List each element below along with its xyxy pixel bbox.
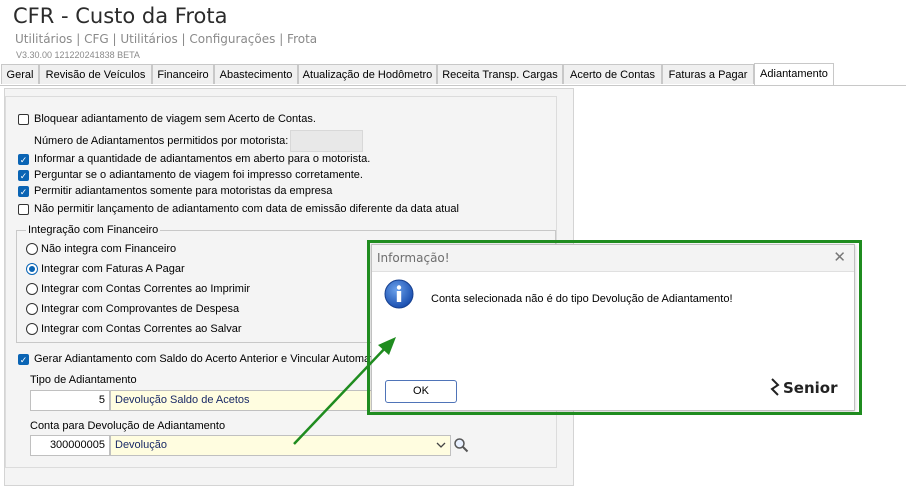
advance-count-input[interactable] [290,130,363,152]
ask-printed-label: Perguntar se o adiantamento de viagem fo… [34,169,363,181]
info-icon [384,279,414,309]
search-icon[interactable] [453,437,469,453]
breadcrumb: Utilitários | CFG | Utilitários | Config… [15,32,318,46]
tab-faturas-pagar[interactable]: Faturas a Pagar [662,64,754,84]
advance-type-code-input[interactable]: 5 [30,390,110,411]
integration-title: Integração com Financeiro [26,224,161,236]
block-advance-checkbox[interactable] [18,114,29,125]
inform-count-label: Informar a quantidade de adiantamentos e… [34,153,371,165]
tab-abastecimento[interactable]: Abastecimento [214,64,298,84]
radio-contas-imprimir[interactable] [26,283,38,295]
radio-contas-salvar[interactable] [26,323,38,335]
version-label: V3.30.00 121220241838 BETA [16,50,140,60]
radio-contas-imprimir-label: Integrar com Contas Correntes ao Imprimi… [41,283,251,295]
dialog-message: Conta selecionada não é do tipo Devoluçã… [431,293,733,305]
company-drivers-checkbox[interactable]: ✓ [18,186,29,197]
tab-acerto-contas[interactable]: Acerto de Contas [563,64,662,84]
tab-financeiro[interactable]: Financeiro [152,64,214,84]
advance-type-label: Tipo de Adiantamento [30,374,137,386]
tab-geral[interactable]: Geral [1,64,39,84]
return-account-value: Devolução [115,439,167,451]
radio-faturas-pagar[interactable] [26,263,38,275]
emission-date-checkbox[interactable] [18,204,29,215]
radio-contas-salvar-label: Integrar com Contas Correntes ao Salvar [41,323,242,335]
close-icon[interactable]: ✕ [833,248,846,266]
tab-atualizacao-hodometro[interactable]: Atualização de Hodômetro [298,64,437,84]
info-dialog: Informação! ✕ Conta selecionada não é do… [371,244,855,411]
radio-faturas-pagar-label: Integrar com Faturas A Pagar [41,263,185,275]
radio-no-integration[interactable] [26,243,38,255]
dialog-title: Informação! [377,251,450,265]
tab-receita-transp-cargas[interactable]: Receita Transp. Cargas [437,64,563,84]
ask-printed-checkbox[interactable]: ✓ [18,170,29,181]
advance-count-label: Número de Adiantamentos permitidos por m… [34,135,289,147]
emission-date-label: Não permitir lançamento de adiantamento … [34,203,459,215]
radio-no-integration-label: Não integra com Financeiro [41,243,177,255]
block-advance-label: Bloquear adiantamento de viagem sem Acer… [34,113,316,125]
radio-comprovantes[interactable] [26,303,38,315]
return-account-select[interactable]: Devolução [110,435,451,456]
radio-comprovantes-label: Integrar com Comprovantes de Despesa [41,303,240,315]
return-account-code-input[interactable]: 300000005 [30,435,110,456]
ok-button[interactable]: OK [385,380,457,403]
senior-logo-icon [770,378,780,396]
senior-brand: Senior [783,379,838,397]
generate-advance-label: Gerar Adiantamento com Saldo do Acerto A… [34,353,374,365]
advance-type-desc-input[interactable]: Devolução Saldo de Acetos [110,390,372,411]
tab-revisao-veiculos[interactable]: Revisão de Veículos [39,64,152,84]
tab-bar: Geral Revisão de Veículos Financeiro Aba… [0,63,906,86]
inform-count-checkbox[interactable]: ✓ [18,154,29,165]
return-account-label: Conta para Devolução de Adiantamento [30,420,226,432]
chevron-down-icon [436,442,446,448]
tab-adiantamento[interactable]: Adiantamento [754,63,834,85]
generate-advance-checkbox[interactable]: ✓ [18,354,29,365]
dialog-header: Informação! ✕ [372,245,854,272]
app-title: CFR - Custo da Frota [13,4,228,28]
company-drivers-label: Permitir adiantamentos somente para moto… [34,185,333,197]
